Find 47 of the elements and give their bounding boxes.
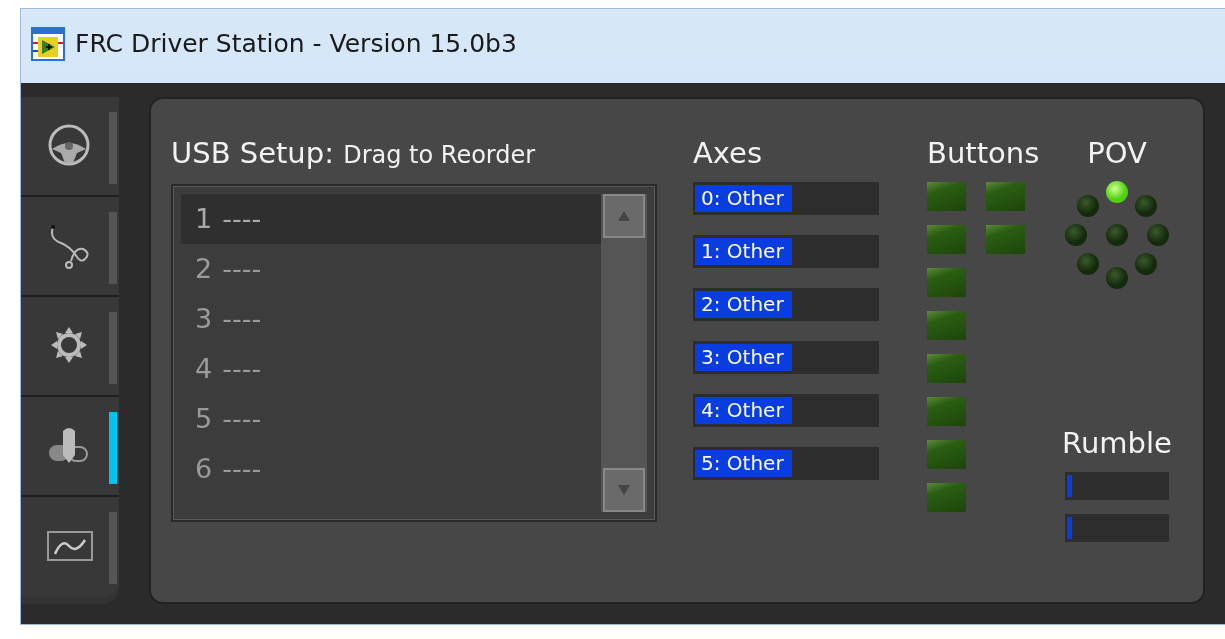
device-number: 1 [195, 201, 213, 236]
selection-indicator [109, 512, 117, 584]
up-arrow-icon [618, 211, 630, 221]
selection-indicator [109, 412, 117, 484]
device-row[interactable]: 6 ---- [181, 444, 601, 494]
scroll-bar[interactable] [601, 194, 647, 512]
axis-bar: 2: Other [693, 288, 879, 321]
device-row[interactable]: 5 ---- [181, 394, 601, 444]
device-name: ---- [222, 251, 262, 286]
rumble-heading: Rumble [1062, 429, 1172, 458]
scroll-up-button[interactable] [603, 194, 645, 238]
axis-bar: 4: Other [693, 394, 879, 427]
heading-text: USB Setup: [171, 136, 335, 170]
sidebar-tab[interactable] [21, 197, 119, 297]
window-title: FRC Driver Station - Version 15.0b3 [75, 28, 517, 61]
selection-indicator [109, 212, 117, 284]
device-name: ---- [222, 401, 262, 436]
device-row[interactable]: 1 ---- [181, 194, 601, 244]
device-row[interactable]: 4 ---- [181, 344, 601, 394]
device-number: 4 [195, 351, 213, 386]
device-number: 6 [195, 451, 213, 486]
axis-bar: 5: Other [693, 447, 879, 480]
device-row[interactable]: 3 ---- [181, 294, 601, 344]
pov-heading: POV [1087, 139, 1147, 168]
axis-bar: 1: Other [693, 235, 879, 268]
axis-bar: 0: Other [693, 182, 879, 215]
app-icon [31, 27, 65, 61]
scroll-down-button[interactable] [603, 468, 645, 512]
buttons-heading: Buttons [927, 139, 1037, 168]
device-row[interactable]: 2 ---- [181, 244, 601, 294]
sidebar-tab[interactable] [21, 397, 119, 497]
sidebar-tab[interactable] [21, 497, 119, 597]
device-name: ---- [222, 201, 262, 236]
selection-indicator [109, 312, 117, 384]
down-arrow-icon [618, 485, 630, 495]
device-name: ---- [222, 351, 262, 386]
subheading-text: Drag to Reorder [343, 141, 536, 169]
device-name: ---- [222, 301, 262, 336]
axes-heading: Axes [693, 139, 764, 168]
selection-indicator [109, 112, 117, 184]
sidebar-tab[interactable] [21, 97, 119, 197]
axis-bar: 3: Other [693, 341, 879, 374]
sidebar-tab[interactable] [21, 297, 119, 397]
device-number: 3 [195, 301, 213, 336]
device-name: ---- [222, 451, 262, 486]
device-number: 2 [195, 251, 213, 286]
device-number: 5 [195, 401, 213, 436]
